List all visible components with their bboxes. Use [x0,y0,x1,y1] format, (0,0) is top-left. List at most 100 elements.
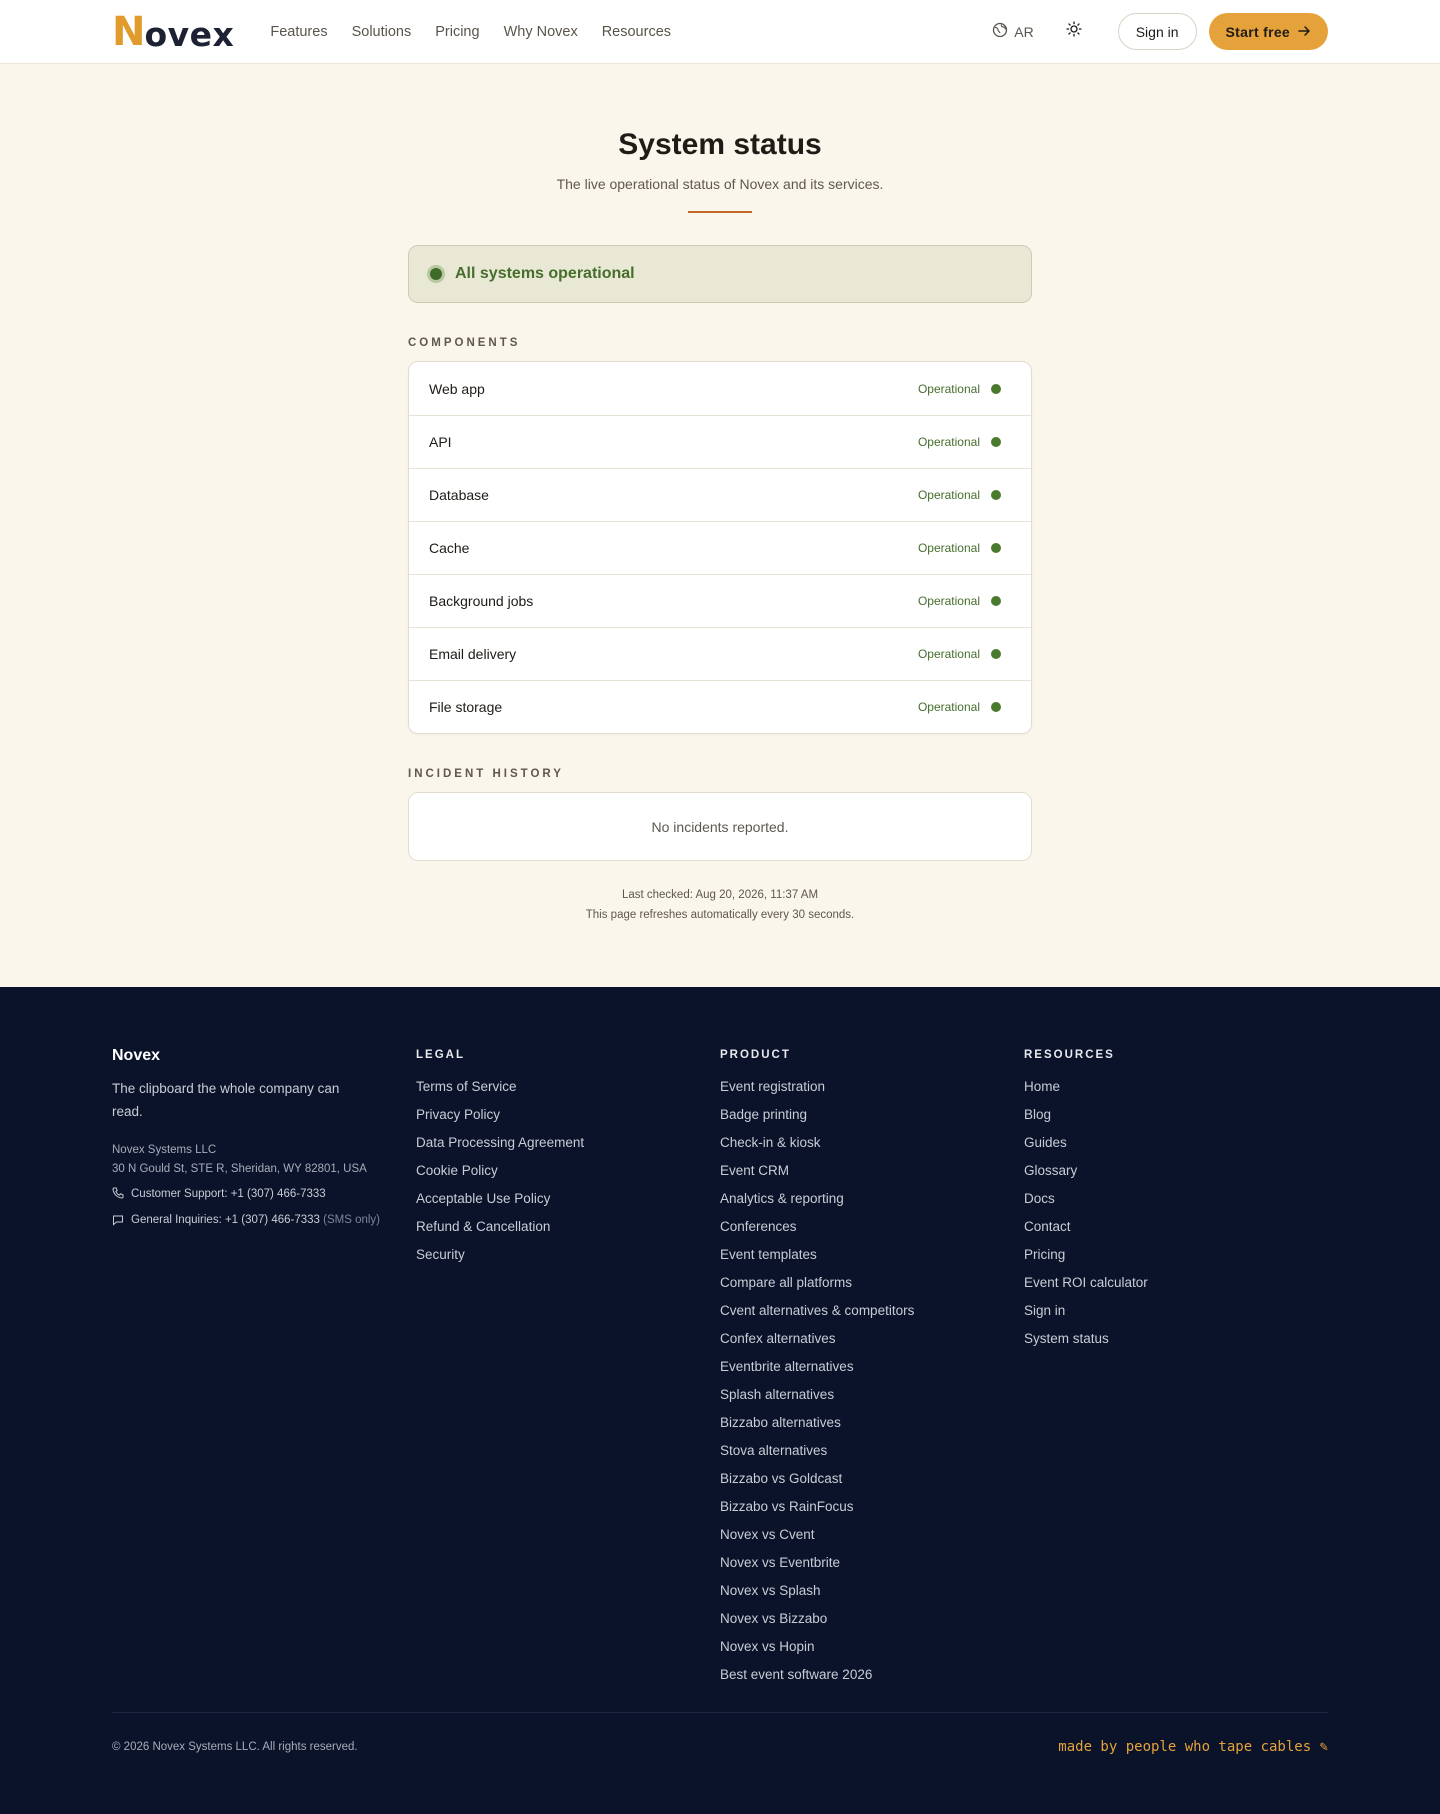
footer-link[interactable]: Blog [1024,1101,1328,1129]
top-header: Novex Features Solutions Pricing Why Nov… [0,0,1440,64]
inquiries-text: General Inquiries: +1 (307) 466-7333 (SM… [131,1211,380,1229]
footer-resources-column: RESOURCES Home Blog Guides Glossary Docs… [1024,1047,1328,1689]
footer-link[interactable]: Novex vs Bizzabo [720,1605,1024,1633]
logo-wordmark: ovex [144,14,235,54]
incident-history-card: No incidents reported. [408,792,1032,861]
company-name: Novex Systems LLC [112,1144,217,1156]
support-phone[interactable]: Customer Support: +1 (307) 466-7333 [112,1185,382,1205]
status-dot-icon [991,490,1001,500]
footer-link[interactable]: Security [416,1241,720,1269]
footer-link[interactable]: Event CRM [720,1157,1024,1185]
component-status: Operational [917,488,980,502]
nav-features[interactable]: Features [258,24,339,40]
nav-resources[interactable]: Resources [590,24,683,40]
footer-link[interactable]: Best event software 2026 [720,1661,1024,1689]
nav-pricing[interactable]: Pricing [423,24,491,40]
footer-link[interactable]: Contact [1024,1213,1328,1241]
footer-link[interactable]: Confex alternatives [720,1325,1024,1353]
component-row: Cache Operational [409,521,1031,574]
footer-link[interactable]: Stova alternatives [720,1437,1024,1465]
footer-link[interactable]: Bizzabo vs RainFocus [720,1493,1024,1521]
message-icon [112,1211,126,1233]
footer-link[interactable]: Guides [1024,1129,1328,1157]
start-free-button[interactable]: Start free [1208,13,1328,50]
footer-link[interactable]: Compare all platforms [720,1269,1024,1297]
footer-link[interactable]: Event registration [720,1073,1024,1101]
component-name: API [429,434,452,450]
logo-mark: N [112,8,145,55]
component-row: API Operational [409,415,1031,468]
footer-link[interactable]: Home [1024,1073,1328,1101]
language-switcher[interactable]: AR [992,22,1034,41]
theme-toggle-button[interactable] [1064,21,1084,42]
component-name: Cache [429,540,470,556]
last-checked-info: Last checked: Aug 20, 2026, 11:37 AM Thi… [408,885,1032,925]
sign-in-button[interactable]: Sign in [1117,13,1197,50]
footer-link[interactable]: Splash alternatives [720,1381,1024,1409]
component-name: Background jobs [429,593,534,609]
inquiries-phone[interactable]: General Inquiries: +1 (307) 466-7333 (SM… [112,1211,382,1233]
overall-status-text: All systems operational [455,265,635,282]
site-footer: Novex The clipboard the whole company ca… [0,987,1440,1814]
footer-link[interactable]: System status [1024,1325,1328,1353]
component-status: Operational [917,381,980,396]
status-main: System status The live operational statu… [408,64,1032,925]
inquiries-phone-text: General Inquiries: +1 (307) 466-7333 [131,1214,320,1226]
footer-address: Novex Systems LLC 30 N Gould St, STE R, … [112,1141,416,1179]
footer-link[interactable]: Check-in & kiosk [720,1129,1024,1157]
product-heading: PRODUCT [720,1049,791,1061]
footer-link[interactable]: Event templates [720,1241,1024,1269]
status-dot-icon [991,543,1001,553]
footer-link[interactable]: Conferences [720,1213,1024,1241]
status-dot-icon [991,596,1001,606]
footer-link[interactable]: Cvent alternatives & competitors [720,1297,1024,1325]
header-actions: AR Sign in Start free [992,13,1328,50]
footer-product-column: PRODUCT Event registration Badge printin… [720,1047,1024,1689]
novex-logo[interactable]: Novex [112,8,235,55]
footer-link[interactable]: Analytics & reporting [720,1185,1024,1213]
footer-link[interactable]: Privacy Policy [416,1101,720,1129]
footer-bottom-bar: © 2026 Novex Systems LLC. All rights res… [112,1712,1328,1755]
phone-icon [112,1185,126,1205]
component-status: Operational [917,700,980,714]
component-row: File storage Operational [409,680,1031,733]
nav-solutions[interactable]: Solutions [340,24,424,40]
refresh-note: This page refreshes automatically every … [585,909,855,921]
footer-link[interactable]: Sign in [1024,1297,1328,1325]
footer-brand-column: Novex The clipboard the whole company ca… [112,1047,416,1689]
footer-link[interactable]: Terms of Service [416,1073,720,1101]
resources-links: Home Blog Guides Glossary Docs Contact P… [1024,1073,1328,1353]
page-title: System status [618,128,822,161]
footer-link[interactable]: Event ROI calculator [1024,1269,1328,1297]
footer-link[interactable]: Data Processing Agreement [416,1129,720,1157]
footer-link[interactable]: Novex vs Eventbrite [720,1549,1024,1577]
footer-brand: Novex [112,1047,161,1064]
support-phone-text: Customer Support: +1 (307) 466-7333 [131,1188,326,1200]
footer-link[interactable]: Novex vs Hopin [720,1633,1024,1661]
nav-why-novex[interactable]: Why Novex [492,24,590,40]
footer-link[interactable]: Novex vs Cvent [720,1521,1024,1549]
component-status: Operational [917,541,980,555]
footer-legal-column: LEGAL Terms of Service Privacy Policy Da… [416,1047,720,1689]
copyright: © 2026 Novex Systems LLC. All rights res… [112,1741,358,1753]
legal-heading: LEGAL [416,1049,465,1061]
footer-link[interactable]: Bizzabo vs Goldcast [720,1465,1024,1493]
title-divider [688,211,752,213]
footer-link[interactable]: Novex vs Splash [720,1577,1024,1605]
component-row: Background jobs Operational [409,574,1031,627]
footer-link[interactable]: Cookie Policy [416,1157,720,1185]
footer-columns: Novex The clipboard the whole company ca… [112,1047,1328,1689]
footer-link[interactable]: Badge printing [720,1101,1024,1129]
footer-link[interactable]: Docs [1024,1185,1328,1213]
footer-link[interactable]: Refund & Cancellation [416,1213,720,1241]
footer-link[interactable]: Glossary [1024,1157,1328,1185]
status-dot-icon [991,649,1001,659]
component-row: Web app Operational [409,362,1031,415]
footer-tagline: The clipboard the whole company can read… [112,1081,340,1119]
footer-link[interactable]: Eventbrite alternatives [720,1353,1024,1381]
footer-link[interactable]: Acceptable Use Policy [416,1185,720,1213]
footer-link[interactable]: Pricing [1024,1241,1328,1269]
footer-link[interactable]: Bizzabo alternatives [720,1409,1024,1437]
component-name: Email delivery [429,646,517,662]
components-list: Web app Operational API Operational Databa… [408,361,1032,734]
